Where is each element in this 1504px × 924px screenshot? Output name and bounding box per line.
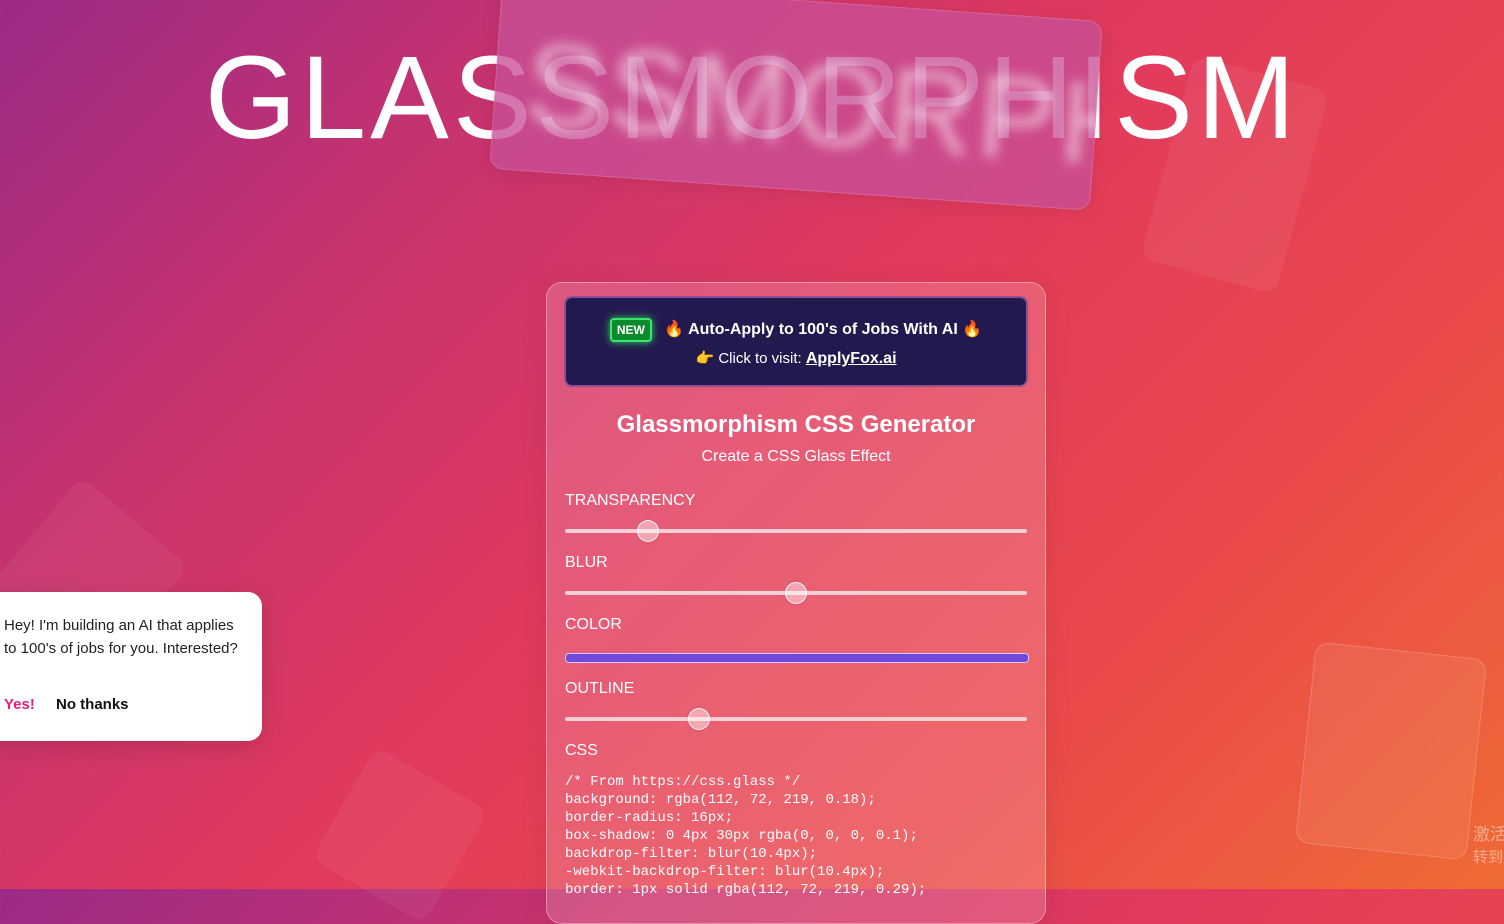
new-badge: NEW	[609, 318, 652, 342]
no-thanks-button[interactable]: No thanks	[56, 696, 129, 713]
banner-link[interactable]: ApplyFox.ai	[806, 350, 897, 367]
watermark-line-2: 转到	[1473, 849, 1504, 866]
transparency-slider[interactable]	[565, 520, 1027, 542]
color-label: COLOR	[565, 616, 622, 633]
banner-headline: Auto-Apply to 100's of Jobs With AI	[688, 321, 958, 339]
generator-title: Glassmorphism CSS Generator	[616, 411, 976, 438]
chat-popup: Hey! I'm building an AI that applies to …	[0, 592, 262, 741]
generator-subtitle: Create a CSS Glass Effect	[701, 448, 891, 465]
outline-slider-thumb[interactable]	[687, 708, 710, 730]
decorative-glass-shape	[1294, 641, 1488, 861]
fire-icon: 🔥	[664, 321, 685, 339]
css-code-output[interactable]: /* From https://css.glass */ background:…	[565, 773, 1035, 899]
blur-slider[interactable]	[565, 582, 1027, 604]
blur-label: BLUR	[565, 554, 608, 571]
pointing-hand-icon: 👉	[695, 350, 715, 367]
generator-card: NEW 🔥 Auto-Apply to 100's of Jobs With A…	[546, 282, 1046, 924]
outline-slider[interactable]	[565, 708, 1027, 730]
yes-button[interactable]: Yes!	[4, 696, 35, 713]
popup-message: Hey! I'm building an AI that applies to …	[4, 617, 238, 657]
banner-cta-row: 👉 Click to visit: ApplyFox.ai	[566, 349, 1026, 368]
title-glass-blurred-text: SSMORPH	[521, 18, 1103, 194]
fire-icon: 🔥	[962, 321, 983, 339]
outline-label: OUTLINE	[565, 680, 635, 697]
transparency-slider-thumb[interactable]	[637, 520, 660, 542]
transparency-label: TRANSPARENCY	[565, 492, 696, 509]
promo-banner[interactable]: NEW 🔥 Auto-Apply to 100's of Jobs With A…	[566, 298, 1026, 385]
banner-headline-row: NEW 🔥 Auto-Apply to 100's of Jobs With A…	[566, 318, 1026, 342]
blur-slider-thumb[interactable]	[785, 582, 807, 604]
watermark-line-1: 激活	[1473, 825, 1504, 844]
title-glass-overlay: SSMORPH	[489, 0, 1103, 211]
color-picker[interactable]	[565, 653, 1029, 663]
banner-cta-prefix: Click to visit:	[718, 350, 802, 367]
decorative-glass-shape	[311, 746, 489, 924]
css-label: CSS	[565, 742, 598, 759]
